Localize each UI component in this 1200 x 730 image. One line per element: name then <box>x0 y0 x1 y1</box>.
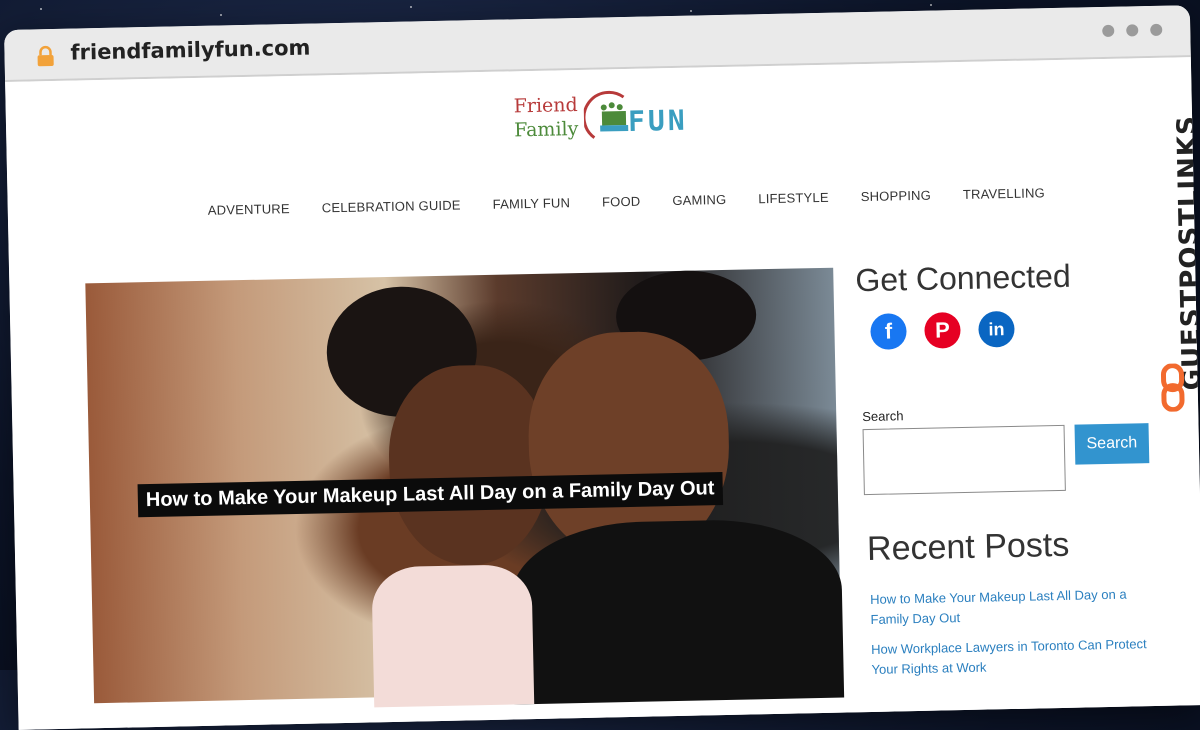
nav-item-lifestyle[interactable]: LIFESTYLE <box>758 190 829 206</box>
nav-item-celebration-guide[interactable]: CELEBRATION GUIDE <box>322 197 461 215</box>
star <box>410 6 412 8</box>
logo-word-family: Family <box>513 117 579 142</box>
logo-word-friend: Friend <box>513 94 578 118</box>
badge-text: GUESTPOSTLINKS <box>1172 114 1200 391</box>
mother-shirt <box>510 517 845 705</box>
window-dot[interactable] <box>1126 24 1139 37</box>
chain-link-icon <box>1160 363 1185 412</box>
web-page: Friend Family FUN ADVENTURE CELEBRATION … <box>5 57 1200 730</box>
star <box>690 10 692 12</box>
child-dress <box>371 564 535 708</box>
linkedin-icon[interactable]: in <box>978 310 1015 348</box>
get-connected-heading: Get Connected <box>855 257 1072 299</box>
nav-item-shopping[interactable]: SHOPPING <box>861 188 932 204</box>
window-dot[interactable] <box>1102 24 1115 37</box>
window-controls <box>1102 23 1163 37</box>
nav-item-food[interactable]: FOOD <box>602 194 641 210</box>
search-input[interactable] <box>862 424 1066 496</box>
address-bar-url[interactable]: friendfamilyfun.com <box>70 36 310 65</box>
recent-post-link[interactable]: How Workplace Lawyers in Toronto Can Pro… <box>871 634 1162 680</box>
main-nav: ADVENTURE CELEBRATION GUIDE FAMILY FUN F… <box>208 185 1045 218</box>
site-logo[interactable]: Friend Family FUN <box>513 87 714 151</box>
star <box>40 8 42 10</box>
nav-item-family-fun[interactable]: FAMILY FUN <box>493 195 571 212</box>
search-label: Search <box>862 408 904 425</box>
search-button[interactable]: Search <box>1074 423 1150 465</box>
facebook-icon[interactable]: f <box>870 313 907 350</box>
recent-post-link[interactable]: How to Make Your Makeup Last All Day on … <box>870 584 1161 630</box>
nav-item-adventure[interactable]: ADVENTURE <box>208 201 290 218</box>
browser-window: friendfamilyfun.com Friend Family FUN AD… <box>4 5 1200 730</box>
recent-posts-list: How to Make Your Makeup Last All Day on … <box>870 584 1162 690</box>
star <box>930 4 932 6</box>
star <box>220 14 222 16</box>
featured-post-image[interactable]: How to Make Your Makeup Last All Day on … <box>85 267 845 708</box>
pinterest-icon[interactable]: P <box>924 312 961 349</box>
recent-posts-heading: Recent Posts <box>866 525 1070 569</box>
child-figure <box>387 363 552 568</box>
lock-icon <box>37 45 54 67</box>
logo-word-fun: FUN <box>627 103 688 138</box>
guestpostlinks-badge: GUESTPOSTLINKS <box>1144 115 1200 416</box>
window-dot[interactable] <box>1150 23 1163 36</box>
social-links: f P in <box>870 310 1015 350</box>
nav-item-gaming[interactable]: GAMING <box>672 192 726 208</box>
nav-item-travelling[interactable]: TRAVELLING <box>963 185 1045 202</box>
